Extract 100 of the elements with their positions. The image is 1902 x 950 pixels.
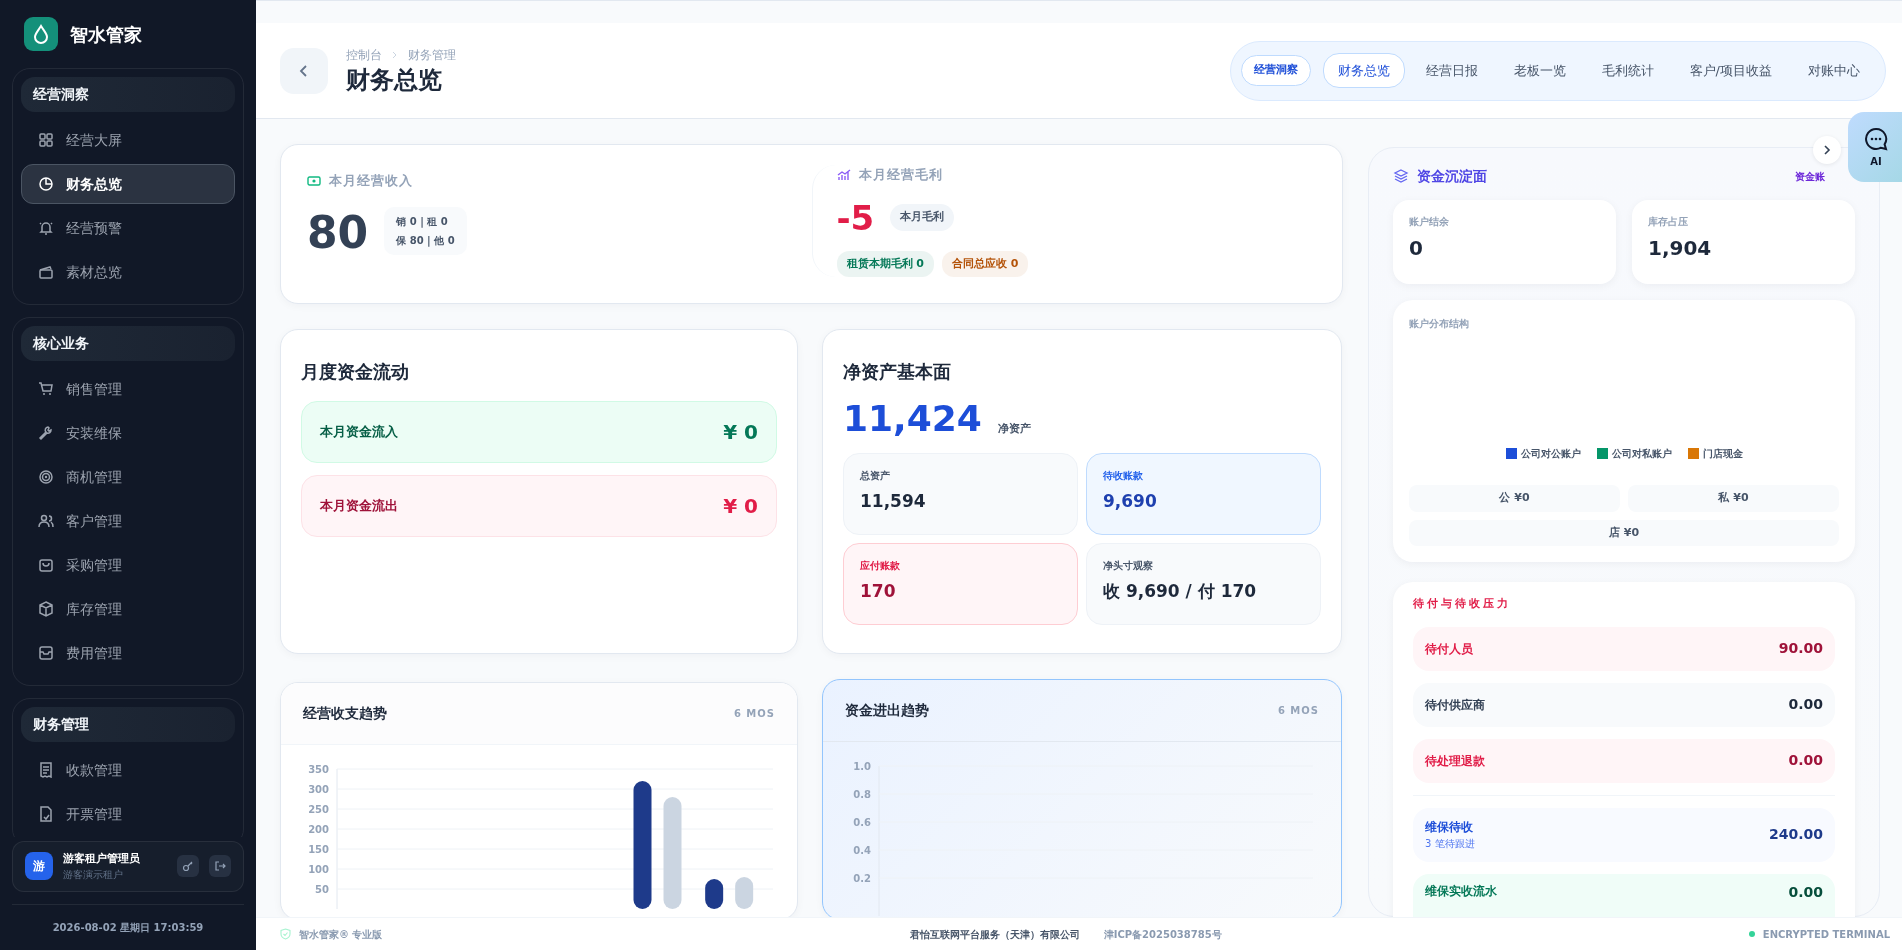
pressure-amount: 0.00 xyxy=(1788,751,1823,770)
tab[interactable]: 毛利统计 xyxy=(1586,52,1669,89)
nav-group-title: 核心业务 xyxy=(21,326,235,361)
flow-amount: ¥ 0 xyxy=(723,419,758,446)
balance-chip: 私 ¥0 xyxy=(1628,485,1839,512)
nav-item[interactable]: 开票管理 xyxy=(21,794,235,834)
clapperboard-icon xyxy=(38,264,54,280)
tab[interactable]: 对账中心 xyxy=(1793,52,1875,89)
pressure-amount: 90.00 xyxy=(1778,639,1823,658)
bell-icon xyxy=(38,220,54,236)
tick-label: 300 xyxy=(308,784,329,795)
stat-value: 1,904 xyxy=(1648,235,1713,262)
icp-number: 津ICP备2025038785号 xyxy=(1103,927,1222,942)
nav-item[interactable]: 采购管理 xyxy=(21,545,235,585)
chart-title: 经营收支趋势 xyxy=(303,704,387,723)
period-label: 6 MOS xyxy=(733,707,775,721)
card-title: 净资产基本面 xyxy=(843,360,952,384)
tick-label: 250 xyxy=(308,804,329,815)
chevron-icon xyxy=(392,51,398,60)
ai-assistant-button[interactable]: AI xyxy=(1848,112,1902,182)
margin-label: 本月经营毛利 xyxy=(858,166,943,184)
terminal-status: ENCRYPTED TERMINAL xyxy=(1762,927,1890,942)
pressure-label: 待付供应商 xyxy=(1425,696,1485,714)
key-button[interactable] xyxy=(177,855,199,878)
page-title: 财务总览 xyxy=(346,66,443,95)
stat-label: 账户结余 xyxy=(1409,215,1450,229)
layers-icon xyxy=(1393,168,1409,184)
tile-label: 净头寸观察 xyxy=(1103,559,1154,573)
nav-group-title: 经营洞察 xyxy=(21,77,235,112)
margin-tag: 合同总应收 0 xyxy=(942,250,1029,277)
net-assets-unit: 净资产 xyxy=(997,420,1031,437)
company-name: 君怡互联网平台服务（天津）有限公司 xyxy=(909,927,1080,942)
nav-group-title: 财务管理 xyxy=(21,707,235,742)
banknote-icon xyxy=(307,175,321,186)
date-time: 2026-08-02 星期日 17:03:59 xyxy=(12,904,244,950)
nav-item[interactable]: 客户管理 xyxy=(21,501,235,541)
pressure-note: 3 笔待跟进 xyxy=(1425,837,1475,851)
tick-label: 50 xyxy=(315,884,329,895)
wrench-icon xyxy=(38,425,54,441)
accounts-link[interactable]: 资金账 xyxy=(1795,168,1825,184)
edition-text: 智水管家® 专业版 xyxy=(299,927,383,942)
margin-badge: 本月毛利 xyxy=(890,204,955,231)
panel-title: 资金沉淀面 xyxy=(1417,166,1487,186)
period-label: 6 MOS xyxy=(1277,704,1319,718)
nav-item[interactable]: 商机管理 xyxy=(21,457,235,497)
chat-bubble-icon xyxy=(1863,125,1889,152)
chevron-button[interactable] xyxy=(1813,136,1841,164)
nav-item[interactable]: 费用管理 xyxy=(21,633,235,673)
tile-label: 总资产 xyxy=(860,469,891,483)
document-icon xyxy=(38,806,54,822)
nav-item[interactable]: 素材总览 xyxy=(21,252,235,292)
tile-label: 应付账款 xyxy=(860,559,901,573)
revenue-breakdown: 销 0 | 租 0 保 80 | 他 0 xyxy=(384,206,467,255)
bar-chart-icon xyxy=(836,168,851,181)
user-name: 游客租户管理员 xyxy=(63,850,141,867)
tab[interactable]: 财务总览 xyxy=(1322,52,1405,89)
tab[interactable]: 老板一览 xyxy=(1498,52,1581,89)
stat-value: 0 xyxy=(1409,235,1424,262)
legend-label: 公司对公账户 xyxy=(1520,447,1581,461)
tray-icon xyxy=(38,645,54,661)
chevron-left-icon xyxy=(299,63,309,78)
brand-name: 智水管家 xyxy=(70,22,142,47)
tab[interactable]: 经营日报 xyxy=(1410,52,1493,89)
revenue-value: 80 xyxy=(307,210,369,255)
net-assets-value: 11,424 xyxy=(843,401,982,437)
axis-label: 0.4 xyxy=(853,845,871,856)
legend-label: 门店现金 xyxy=(1702,447,1743,461)
tile-value: 11,594 xyxy=(860,490,927,513)
flow-amount: ¥ 0 xyxy=(723,493,758,520)
logout-icon xyxy=(214,860,226,873)
nav-item[interactable]: 财务总览 xyxy=(21,164,235,204)
nav-item[interactable]: 销售管理 xyxy=(21,369,235,409)
pressure-label: 待付人员 xyxy=(1425,640,1473,658)
margin-tag: 租赁本期毛利 0 xyxy=(836,250,934,277)
nav-item[interactable]: 经营大屏 xyxy=(21,120,235,160)
card-title: 账户分布结构 xyxy=(1409,317,1470,331)
chevron-right-icon xyxy=(1823,144,1831,156)
pressure-label: 维保待收 xyxy=(1425,819,1474,836)
revenue-label: 本月经营收入 xyxy=(329,172,413,190)
tile-value: 170 xyxy=(860,580,897,603)
balance-chip: 店 ¥0 xyxy=(1409,519,1839,546)
card-title: 月度资金流动 xyxy=(301,360,410,384)
nav-item[interactable]: 经营预警 xyxy=(21,208,235,248)
tick-label: 350 xyxy=(308,764,329,775)
pie-chart-icon xyxy=(38,176,54,192)
logout-button[interactable] xyxy=(209,855,231,878)
tick-label: 100 xyxy=(308,864,329,875)
chart-title: 资金进出趋势 xyxy=(845,701,929,720)
cart-icon xyxy=(38,381,54,397)
flow-label: 本月资金流出 xyxy=(320,497,398,516)
pressure-label: 待处理退款 xyxy=(1425,752,1485,770)
user-role: 游客演示租户 xyxy=(63,868,124,882)
nav-item[interactable]: 安装维保 xyxy=(21,413,235,453)
pressure-amount: 0.00 xyxy=(1788,882,1823,902)
tab[interactable]: 客户/项目收益 xyxy=(1674,52,1787,89)
axis-label: 0.6 xyxy=(853,817,871,828)
balance-chip: 公 ¥0 xyxy=(1409,485,1620,512)
nav-item[interactable]: 收款管理 xyxy=(21,750,235,790)
nav-item[interactable]: 库存管理 xyxy=(21,589,235,629)
axis-label: 0.2 xyxy=(853,873,871,884)
